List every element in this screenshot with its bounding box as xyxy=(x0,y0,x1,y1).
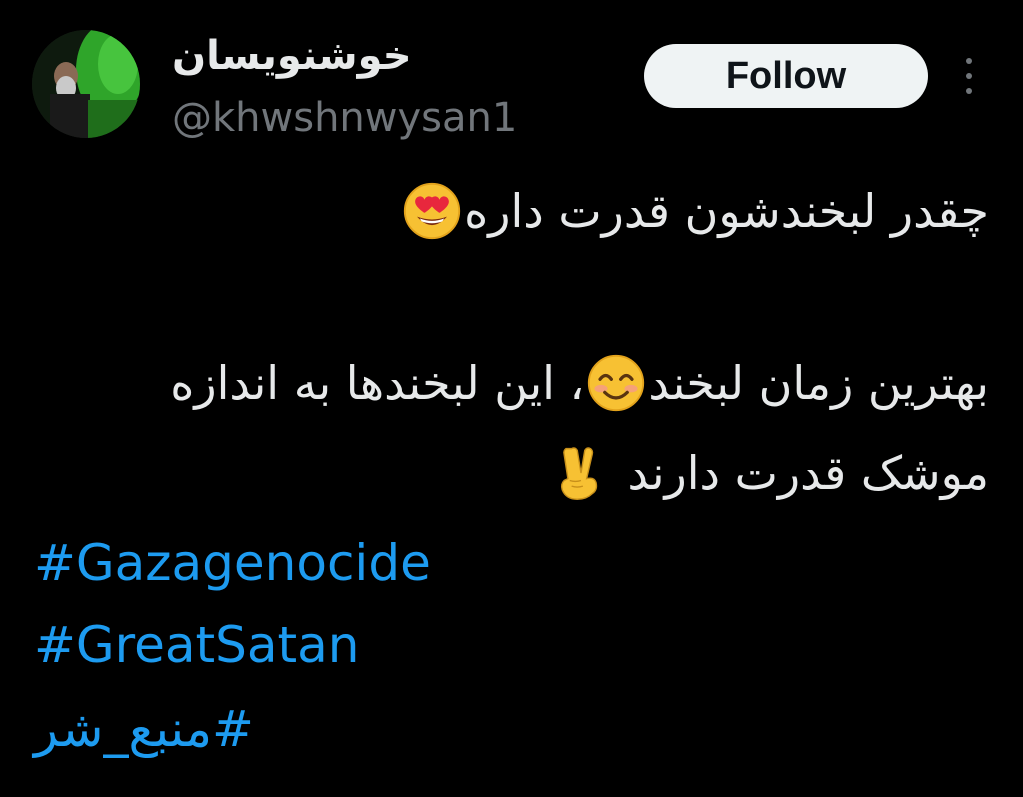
hashtag-link[interactable]: #Gazagenocide xyxy=(34,530,431,596)
profile-photo xyxy=(32,30,140,138)
more-vertical-icon[interactable] xyxy=(955,54,983,98)
more-dot xyxy=(966,58,972,64)
author-display-name[interactable]: خوشنویسان xyxy=(172,26,412,86)
tweet-text-line-2: بهترین زمان لبخند ، این لبخندها به انداز… xyxy=(170,348,989,418)
follow-button[interactable]: Follow xyxy=(644,44,928,108)
tweet-text-line-3: موشک قدرت دارند xyxy=(549,438,989,508)
victory-hand-emoji-icon xyxy=(551,443,611,503)
tweet-text: موشک قدرت دارند xyxy=(627,446,989,500)
avatar[interactable] xyxy=(32,30,140,138)
tweet-text-line-1: چقدر لبخندشون قدرت داره xyxy=(400,176,989,246)
heart-eyes-emoji-icon xyxy=(402,181,462,241)
tweet-text: چقدر لبخندشون قدرت داره xyxy=(464,184,989,238)
hashtag-link[interactable]: #GreatSatan xyxy=(34,612,359,678)
hashtag-link[interactable]: #منبع_شر xyxy=(34,696,254,762)
tweet-text: ، این لبخندها به اندازه xyxy=(170,356,585,410)
tweet-text: بهترین زمان لبخند xyxy=(648,356,989,410)
more-dot xyxy=(966,73,972,79)
smiling-eyes-emoji-icon xyxy=(586,353,646,413)
author-handle[interactable]: @khwshnwysan1 xyxy=(172,90,517,146)
more-dot xyxy=(966,88,972,94)
